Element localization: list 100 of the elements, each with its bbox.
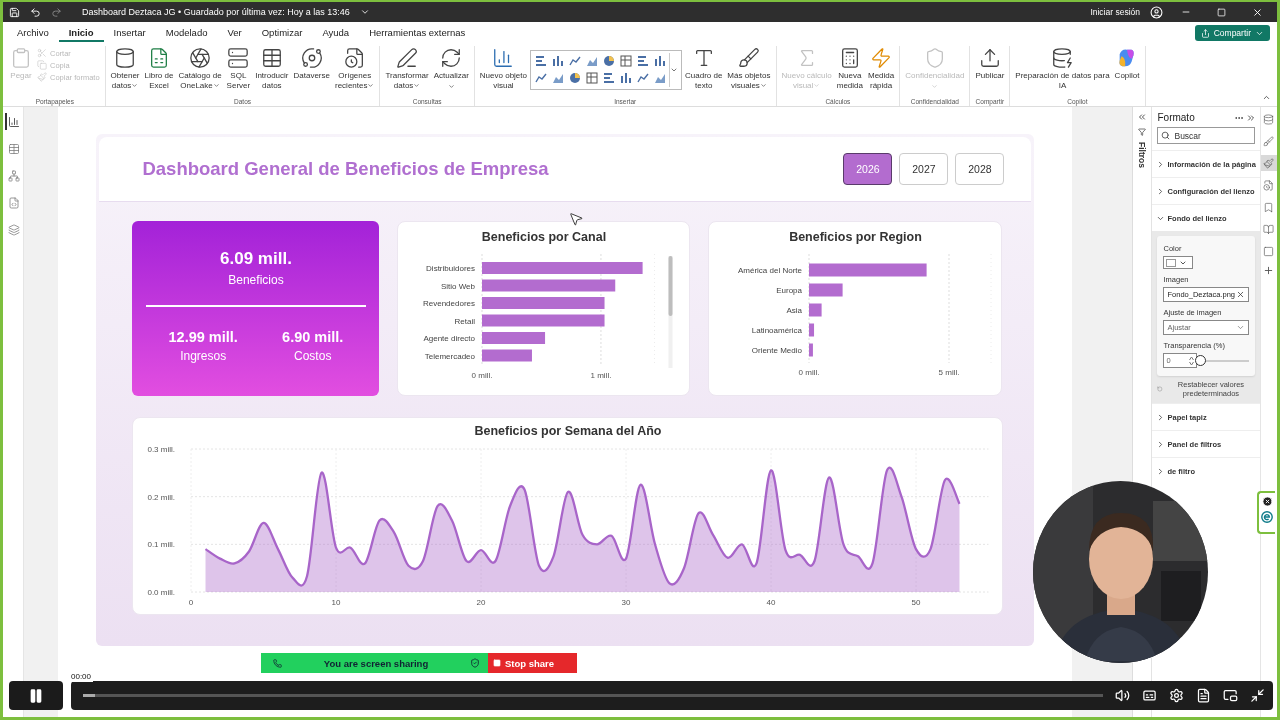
ribbon-button[interactable]: Publicar (973, 46, 1007, 82)
menu-tab[interactable]: Inicio (58, 24, 104, 42)
bar (809, 343, 814, 357)
menu-tab[interactable]: Optimizar (251, 24, 313, 42)
shield-icon (470, 658, 480, 668)
chart-type-icon[interactable] (535, 72, 547, 84)
category-label: América del Norte (738, 266, 803, 275)
ribbon-button[interactable]: Obtener datos (108, 46, 142, 91)
share-button[interactable]: Compartir (1194, 25, 1270, 41)
chart-type-icon[interactable] (637, 72, 649, 84)
chart-type-icon[interactable] (569, 55, 581, 67)
menu-tab[interactable]: Ver (217, 24, 252, 42)
color-picker[interactable] (1163, 256, 1194, 269)
axis-label: 20 (477, 598, 486, 607)
ribbon-button[interactable]: Cuadro de texto (683, 46, 725, 91)
menu-tab[interactable]: Ayuda (312, 24, 360, 42)
volume-icon[interactable] (1115, 688, 1130, 703)
ribbon-button[interactable]: Dataverse (291, 46, 332, 82)
year-button[interactable]: 2027 (899, 153, 949, 185)
category-label: Revendedores (423, 299, 476, 308)
exit-fullscreen-icon[interactable] (1250, 688, 1265, 703)
settings-icon[interactable] (1169, 688, 1184, 703)
upload-icon (978, 47, 1001, 69)
lightning-icon (870, 47, 893, 69)
caret-icon[interactable] (359, 7, 370, 17)
ribbon-button[interactable]: Copilot (1112, 46, 1142, 82)
axis-label: 30 (622, 598, 631, 607)
menu-tab[interactable]: Modelado (155, 24, 218, 42)
axis-label: 0.0 mill. (147, 588, 176, 597)
sign-in-link[interactable]: Iniciar sesión (1090, 7, 1140, 17)
year-button[interactable]: 2028 (955, 153, 1005, 185)
ribbon-button[interactable]: Nueva medida (834, 46, 865, 91)
ribbon-button[interactable]: Preparación de datos para IA (1013, 46, 1112, 91)
clipboard-icon (10, 47, 32, 69)
progress-track[interactable] (83, 694, 1103, 697)
undo-icon[interactable] (30, 6, 41, 18)
chart-type-icon[interactable] (620, 72, 632, 84)
axis-label: 50 (912, 598, 921, 607)
save-icon[interactable] (9, 6, 20, 18)
add-icon[interactable] (1263, 265, 1275, 276)
chart-type-icon[interactable] (535, 55, 547, 67)
scissors-icon (37, 48, 47, 58)
chart-type-icon[interactable] (603, 72, 615, 84)
bar (809, 323, 815, 337)
search-field[interactable]: Buscar (1157, 127, 1255, 144)
phone-icon (273, 658, 282, 668)
scrollbar[interactable] (668, 256, 673, 368)
user-icon[interactable] (1150, 5, 1163, 19)
category-label: Distribuidores (426, 264, 476, 273)
ribbon-button[interactable]: Libro de Excel (142, 46, 176, 91)
year-button[interactable]: 2026 (843, 153, 893, 185)
bar (809, 303, 823, 317)
ribbon-button[interactable]: Introducir datos (253, 46, 291, 91)
collapse-icon[interactable] (1262, 93, 1271, 102)
pane-button[interactable] (1260, 155, 1277, 171)
menu-tab[interactable]: Herramientas externas (359, 24, 476, 42)
slider-thumb[interactable] (1195, 354, 1207, 366)
search-icon (1161, 131, 1171, 140)
chart-type-icon[interactable] (552, 72, 564, 84)
share-icon (1200, 28, 1210, 38)
category-label: Asia (786, 306, 803, 315)
chart-type-icon[interactable] (654, 72, 666, 84)
ribbon-button[interactable]: Orígenes recientes (333, 46, 377, 91)
expand-icon[interactable] (1137, 112, 1148, 122)
axis-label: 0.3 mill. (147, 445, 176, 454)
ribbon-button[interactable]: Nuevo objeto visual (477, 46, 529, 91)
close-icon[interactable] (1261, 496, 1273, 507)
redo-icon[interactable] (51, 6, 62, 18)
chart-type-icon[interactable] (586, 55, 598, 67)
chart-type-icon[interactable] (569, 72, 581, 84)
kpi-value: 12.99 mill. (168, 329, 238, 345)
spinner-icon[interactable] (1189, 355, 1195, 366)
stop-share-button[interactable]: Stop share (488, 653, 577, 673)
ribbon-button[interactable]: Transformar datos (383, 46, 431, 91)
ribbon-button[interactable]: SQL Server (224, 46, 253, 91)
menu-tab[interactable]: Insertar (103, 24, 156, 42)
chart-type-icon[interactable] (603, 55, 615, 67)
pause-button[interactable] (9, 681, 63, 710)
orbit-icon (300, 47, 323, 69)
caret-icon[interactable] (670, 66, 678, 74)
circle-logo-icon[interactable] (1261, 511, 1273, 523)
chart-type-icon[interactable] (654, 55, 666, 67)
ribbon-button[interactable]: Catálogo de OneLake (176, 46, 224, 91)
ribbon-button[interactable]: Medida rápida (866, 46, 897, 91)
menu-tab[interactable]: Archivo (7, 24, 59, 42)
chart-type-icon[interactable] (637, 55, 649, 67)
miniplayer-icon[interactable] (1223, 688, 1238, 703)
expand-icon[interactable] (1245, 112, 1256, 123)
pane-button[interactable] (1260, 133, 1277, 149)
transcript-icon[interactable] (1196, 688, 1211, 703)
ribbon-button[interactable]: Actualizar (431, 46, 471, 91)
ribbon-button[interactable]: Más objetos visuales (725, 46, 773, 91)
captions-icon[interactable] (1142, 688, 1157, 703)
chart-type-icon[interactable] (620, 55, 632, 67)
filters-label[interactable]: Filtros (1137, 142, 1148, 168)
view-tab[interactable] (4, 113, 22, 130)
chart-type-icon[interactable] (552, 55, 564, 67)
chart-type-icon[interactable] (586, 72, 598, 84)
paintbrush-icon (37, 72, 47, 82)
axis-label: 1 mill. (590, 371, 612, 380)
